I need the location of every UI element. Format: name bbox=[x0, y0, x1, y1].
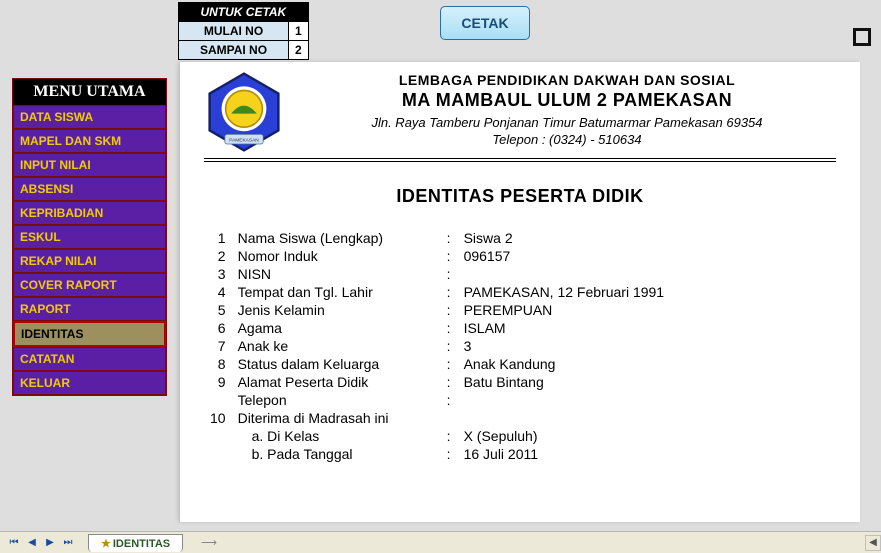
row-value: Batu Bintang bbox=[458, 373, 671, 391]
row-num: 4 bbox=[204, 283, 232, 301]
row-label: Agama bbox=[232, 319, 440, 337]
print-end-label: SAMPAI NO bbox=[179, 41, 289, 60]
row-label: Jenis Kelamin bbox=[232, 301, 440, 319]
row-sub-value: 16 Juli 2011 bbox=[458, 445, 671, 463]
row-label: Nama Siswa (Lengkap) bbox=[232, 229, 440, 247]
svg-text:PAMEKASAN: PAMEKASAN bbox=[229, 138, 259, 144]
row-num: 8 bbox=[204, 355, 232, 373]
sheet-tab-next[interactable]: ⟶ bbox=[189, 534, 229, 551]
print-end-value[interactable]: 2 bbox=[289, 41, 309, 60]
print-header: UNTUK CETAK bbox=[179, 3, 309, 22]
menu-item-kepribadian[interactable]: KEPRIBADIAN bbox=[13, 201, 166, 225]
row-value bbox=[458, 265, 671, 283]
menu-item-cover-raport[interactable]: COVER RAPORT bbox=[13, 273, 166, 297]
row-num: 9 bbox=[204, 373, 232, 391]
sheet-nav-prev-icon[interactable]: ◀ bbox=[24, 536, 40, 550]
row-num: 3 bbox=[204, 265, 232, 283]
menu-item-raport[interactable]: RAPORT bbox=[13, 297, 166, 321]
institution-phone: Telepon : (0324) - 510634 bbox=[298, 132, 836, 147]
row-value: Siswa 2 bbox=[458, 229, 671, 247]
row-label: Telepon bbox=[232, 391, 440, 409]
sheet-scroll-left-icon[interactable]: ◀ bbox=[865, 535, 881, 551]
institution-line2: MA MAMBAUL ULUM 2 PAMEKASAN bbox=[298, 90, 836, 111]
row-sub-label: b. Pada Tanggal bbox=[232, 445, 440, 463]
sheet-tab-bar: ⏮ ◀ ▶ ⏭ ★IDENTITAS ⟶ ◀ bbox=[0, 531, 881, 553]
document-page: PAMEKASAN LEMBAGA PENDIDIKAN DAKWAH DAN … bbox=[180, 62, 860, 522]
print-range-table: UNTUK CETAK MULAI NO 1 SAMPAI NO 2 bbox=[178, 2, 309, 60]
row-label: Status dalam Keluarga bbox=[232, 355, 440, 373]
institution-address: Jln. Raya Tamberu Ponjanan Timur Batumar… bbox=[298, 115, 836, 130]
row-value: 3 bbox=[458, 337, 671, 355]
menu-item-input-nilai[interactable]: INPUT NILAI bbox=[13, 153, 166, 177]
main-menu: MENU UTAMA DATA SISWA MAPEL DAN SKM INPU… bbox=[12, 78, 167, 396]
row-value: 096157 bbox=[458, 247, 671, 265]
row-value bbox=[458, 409, 671, 427]
row-num: 5 bbox=[204, 301, 232, 319]
row-num: 10 bbox=[204, 409, 232, 427]
sheet-tab-identitas[interactable]: ★IDENTITAS bbox=[88, 534, 183, 552]
row-value: Anak Kandung bbox=[458, 355, 671, 373]
row-num: 1 bbox=[204, 229, 232, 247]
menu-item-eskul[interactable]: ESKUL bbox=[13, 225, 166, 249]
menu-header: MENU UTAMA bbox=[13, 79, 166, 105]
menu-item-data-siswa[interactable]: DATA SISWA bbox=[13, 105, 166, 129]
row-sub-label: a. Di Kelas bbox=[232, 427, 440, 445]
row-num: 6 bbox=[204, 319, 232, 337]
print-start-value[interactable]: 1 bbox=[289, 22, 309, 41]
sheet-nav-next-icon[interactable]: ▶ bbox=[42, 536, 58, 550]
sheet-nav-first-icon[interactable]: ⏮ bbox=[6, 536, 22, 550]
institution-line1: LEMBAGA PENDIDIKAN DAKWAH DAN SOSIAL bbox=[298, 72, 836, 88]
row-value bbox=[458, 391, 671, 409]
row-sub-value: X (Sepuluh) bbox=[458, 427, 671, 445]
row-num: 2 bbox=[204, 247, 232, 265]
row-num: 7 bbox=[204, 337, 232, 355]
menu-item-absensi[interactable]: ABSENSI bbox=[13, 177, 166, 201]
menu-item-keluar[interactable]: KELUAR bbox=[13, 371, 166, 395]
school-logo-icon: PAMEKASAN bbox=[204, 72, 284, 152]
row-label: Tempat dan Tgl. Lahir bbox=[232, 283, 440, 301]
row-value: ISLAM bbox=[458, 319, 671, 337]
identity-fields: 1Nama Siswa (Lengkap):Siswa 2 2Nomor Ind… bbox=[204, 229, 836, 463]
star-icon: ★ bbox=[101, 538, 111, 550]
print-button[interactable]: CETAK bbox=[440, 6, 530, 40]
row-label: Anak ke bbox=[232, 337, 440, 355]
row-num bbox=[204, 391, 232, 409]
row-label: Alamat Peserta Didik bbox=[232, 373, 440, 391]
row-label: Nomor Induk bbox=[232, 247, 440, 265]
row-value: PAMEKASAN, 12 Februari 1991 bbox=[458, 283, 671, 301]
row-value: PEREMPUAN bbox=[458, 301, 671, 319]
menu-item-identitas[interactable]: IDENTITAS bbox=[13, 321, 166, 347]
print-start-label: MULAI NO bbox=[179, 22, 289, 41]
menu-item-rekap-nilai[interactable]: REKAP NILAI bbox=[13, 249, 166, 273]
doc-title: IDENTITAS PESERTA DIDIK bbox=[204, 186, 836, 207]
stop-icon bbox=[853, 28, 871, 46]
row-label: NISN bbox=[232, 265, 440, 283]
row-label: Diterima di Madrasah ini bbox=[232, 409, 440, 427]
sheet-nav-last-icon[interactable]: ⏭ bbox=[60, 536, 76, 550]
menu-item-catatan[interactable]: CATATAN bbox=[13, 347, 166, 371]
menu-item-mapel-skm[interactable]: MAPEL DAN SKM bbox=[13, 129, 166, 153]
